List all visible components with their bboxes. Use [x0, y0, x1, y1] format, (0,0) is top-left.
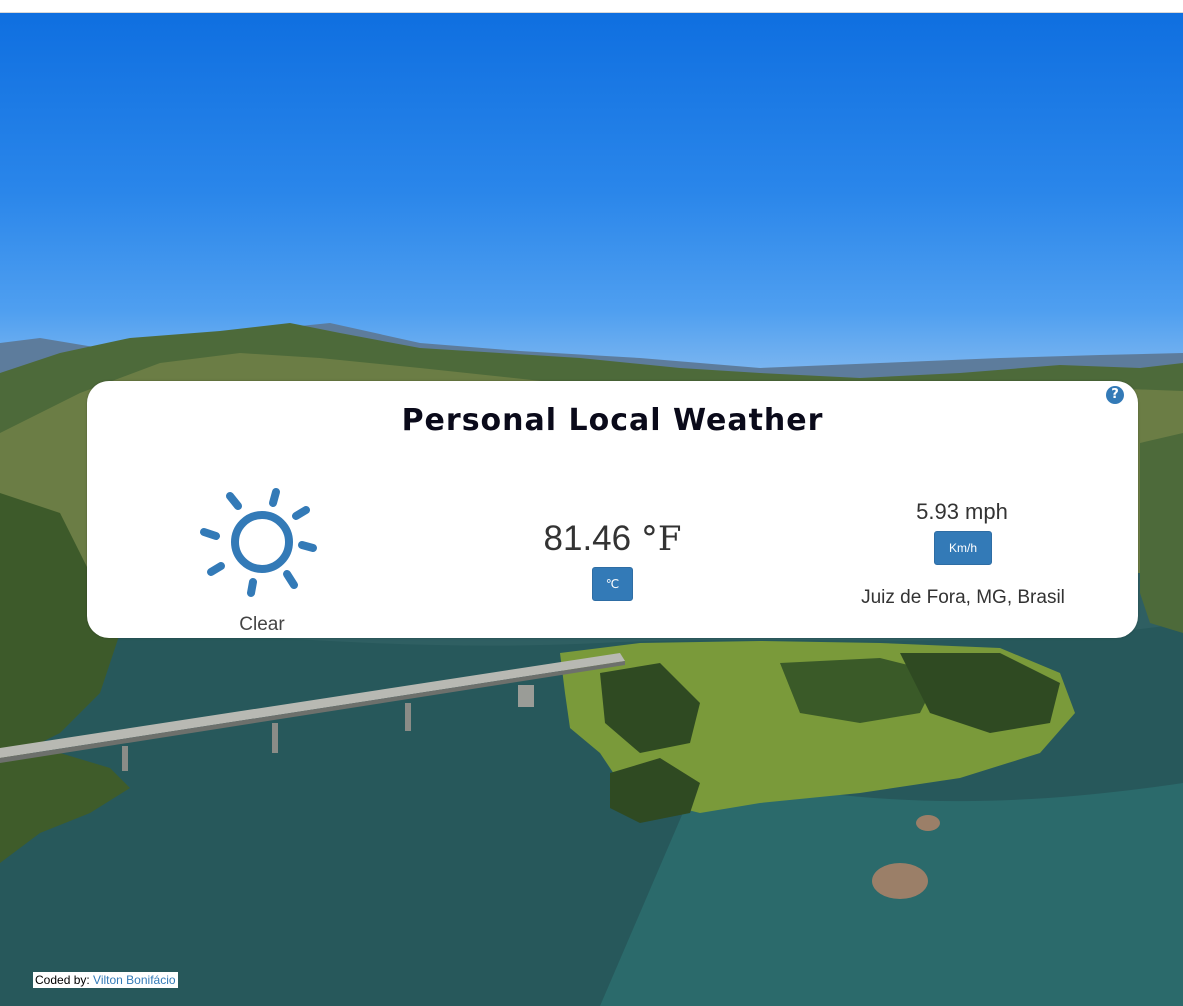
weather-card: ? Personal Local Weather Clear 81.46 °F … — [87, 381, 1138, 638]
author-link[interactable]: Vilton Bonifácio — [93, 973, 176, 987]
weather-condition: Clear — [239, 614, 285, 635]
temperature-unit: °F — [640, 519, 682, 559]
footer-credit: Coded by: Vilton Bonifácio — [33, 972, 178, 988]
background-landscape-image: ? Personal Local Weather Clear 81.46 °F … — [0, 13, 1183, 1006]
temperature-value: 81.46 — [543, 519, 632, 558]
temperature-display: 81.46 °F — [507, 519, 718, 559]
top-bar — [0, 0, 1183, 13]
location-label: Juiz de Fora, MG, Brasil — [861, 587, 1065, 608]
app-title: Personal Local Weather — [401, 403, 824, 438]
temperature-unit-toggle-button[interactable]: ℃ — [592, 567, 633, 601]
speed-unit-toggle-button[interactable]: Km/h — [934, 531, 992, 565]
credit-prefix: Coded by: — [35, 973, 94, 987]
question-circle-icon[interactable]: ? — [1106, 386, 1124, 404]
wind-speed: 5.93 mph — [916, 499, 1008, 524]
sun-icon — [195, 476, 331, 612]
